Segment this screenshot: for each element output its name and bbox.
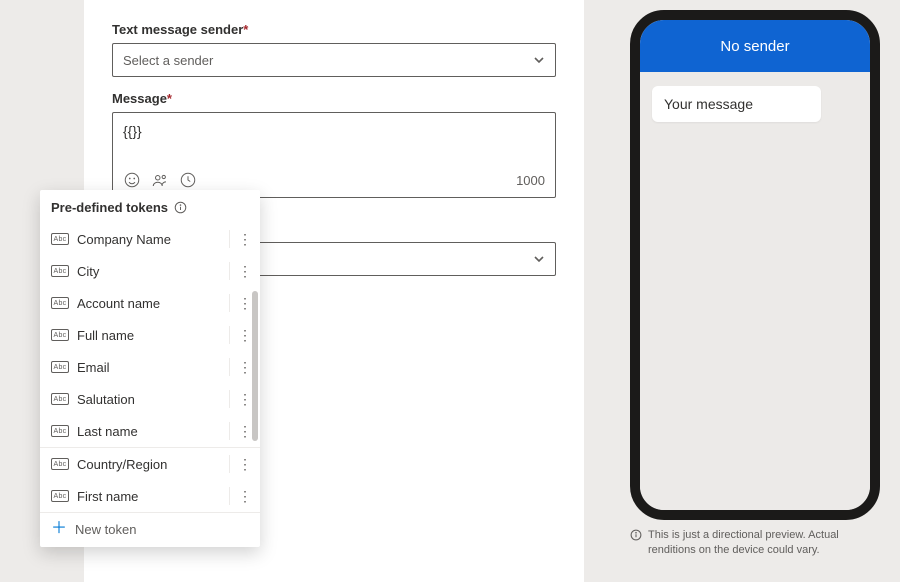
sender-field-label: Text message sender* (112, 22, 556, 37)
divider (229, 487, 230, 505)
text-type-icon: Abc (51, 297, 69, 309)
text-type-icon: Abc (51, 425, 69, 437)
message-content[interactable]: {{}} (113, 113, 555, 165)
info-icon (630, 529, 642, 541)
divider (229, 358, 230, 376)
required-mark: * (167, 91, 172, 106)
sender-select[interactable]: Select a sender (112, 43, 556, 77)
token-label: Company Name (77, 232, 229, 247)
phone-preview-header: No sender (640, 20, 870, 72)
required-mark: * (243, 22, 248, 37)
token-item-email[interactable]: Abc Email ⋮ (40, 351, 260, 383)
tokens-header-text: Pre-defined tokens (51, 200, 168, 215)
token-label: Full name (77, 328, 229, 343)
token-item-account-name[interactable]: Abc Account name ⋮ (40, 287, 260, 319)
chevron-down-icon (533, 54, 545, 66)
token-label: Last name (77, 424, 229, 439)
more-icon[interactable]: ⋮ (234, 457, 256, 471)
divider (229, 294, 230, 312)
token-item-city[interactable]: Abc City ⋮ (40, 255, 260, 287)
token-item-full-name[interactable]: Abc Full name ⋮ (40, 319, 260, 351)
token-item-first-name[interactable]: Abc First name ⋮ (40, 480, 260, 512)
sender-label-text: Text message sender (112, 22, 243, 37)
scrollbar-thumb[interactable] (252, 291, 258, 441)
divider (229, 262, 230, 280)
sender-placeholder: Select a sender (123, 53, 213, 68)
message-editor[interactable]: {{}} 1000 (112, 112, 556, 198)
more-icon[interactable]: ⋮ (234, 489, 256, 503)
chevron-down-icon (533, 253, 545, 265)
token-item-company-name[interactable]: Abc Company Name ⋮ (40, 223, 260, 255)
new-token-label: New token (75, 522, 136, 537)
token-label: Country/Region (77, 457, 229, 472)
divider (229, 326, 230, 344)
preview-disclaimer: This is just a directional preview. Actu… (630, 528, 880, 558)
phone-preview: No sender Your message (630, 10, 880, 520)
token-label: Account name (77, 296, 229, 311)
divider (229, 390, 230, 408)
tokens-list: Abc Company Name ⋮ Abc City ⋮ Abc Accoun… (40, 223, 260, 512)
plus-icon: ＋ (51, 521, 67, 537)
token-label: First name (77, 489, 229, 504)
divider (229, 455, 230, 473)
token-item-salutation[interactable]: Abc Salutation ⋮ (40, 383, 260, 415)
divider (229, 422, 230, 440)
preview-message-bubble: Your message (652, 86, 821, 122)
text-type-icon: Abc (51, 458, 69, 470)
predefined-tokens-popover: Pre-defined tokens Abc Company Name ⋮ Ab… (40, 190, 260, 547)
token-label: Salutation (77, 392, 229, 407)
disclaimer-text: This is just a directional preview. Actu… (648, 528, 880, 558)
token-label: Email (77, 360, 229, 375)
text-type-icon: Abc (51, 361, 69, 373)
info-icon[interactable] (174, 201, 187, 214)
token-label: City (77, 264, 229, 279)
token-item-last-name[interactable]: Abc Last name ⋮ (40, 415, 260, 447)
text-type-icon: Abc (51, 393, 69, 405)
message-label-text: Message (112, 91, 167, 106)
message-field-label: Message* (112, 91, 556, 106)
phone-preview-body: Your message (640, 72, 870, 510)
text-type-icon: Abc (51, 265, 69, 277)
text-type-icon: Abc (51, 490, 69, 502)
emoji-icon[interactable] (123, 171, 141, 189)
preview-message-text: Your message (664, 96, 753, 112)
clock-icon[interactable] (179, 171, 197, 189)
tokens-header: Pre-defined tokens (40, 190, 260, 223)
more-icon[interactable]: ⋮ (234, 264, 256, 278)
divider (229, 230, 230, 248)
new-token-button[interactable]: ＋ New token (40, 512, 260, 547)
char-counter: 1000 (516, 173, 545, 188)
text-type-icon: Abc (51, 233, 69, 245)
phone-header-text: No sender (720, 38, 789, 55)
text-type-icon: Abc (51, 329, 69, 341)
people-icon[interactable] (151, 171, 169, 189)
token-item-country-region[interactable]: Abc Country/Region ⋮ (40, 448, 260, 480)
more-icon[interactable]: ⋮ (234, 232, 256, 246)
